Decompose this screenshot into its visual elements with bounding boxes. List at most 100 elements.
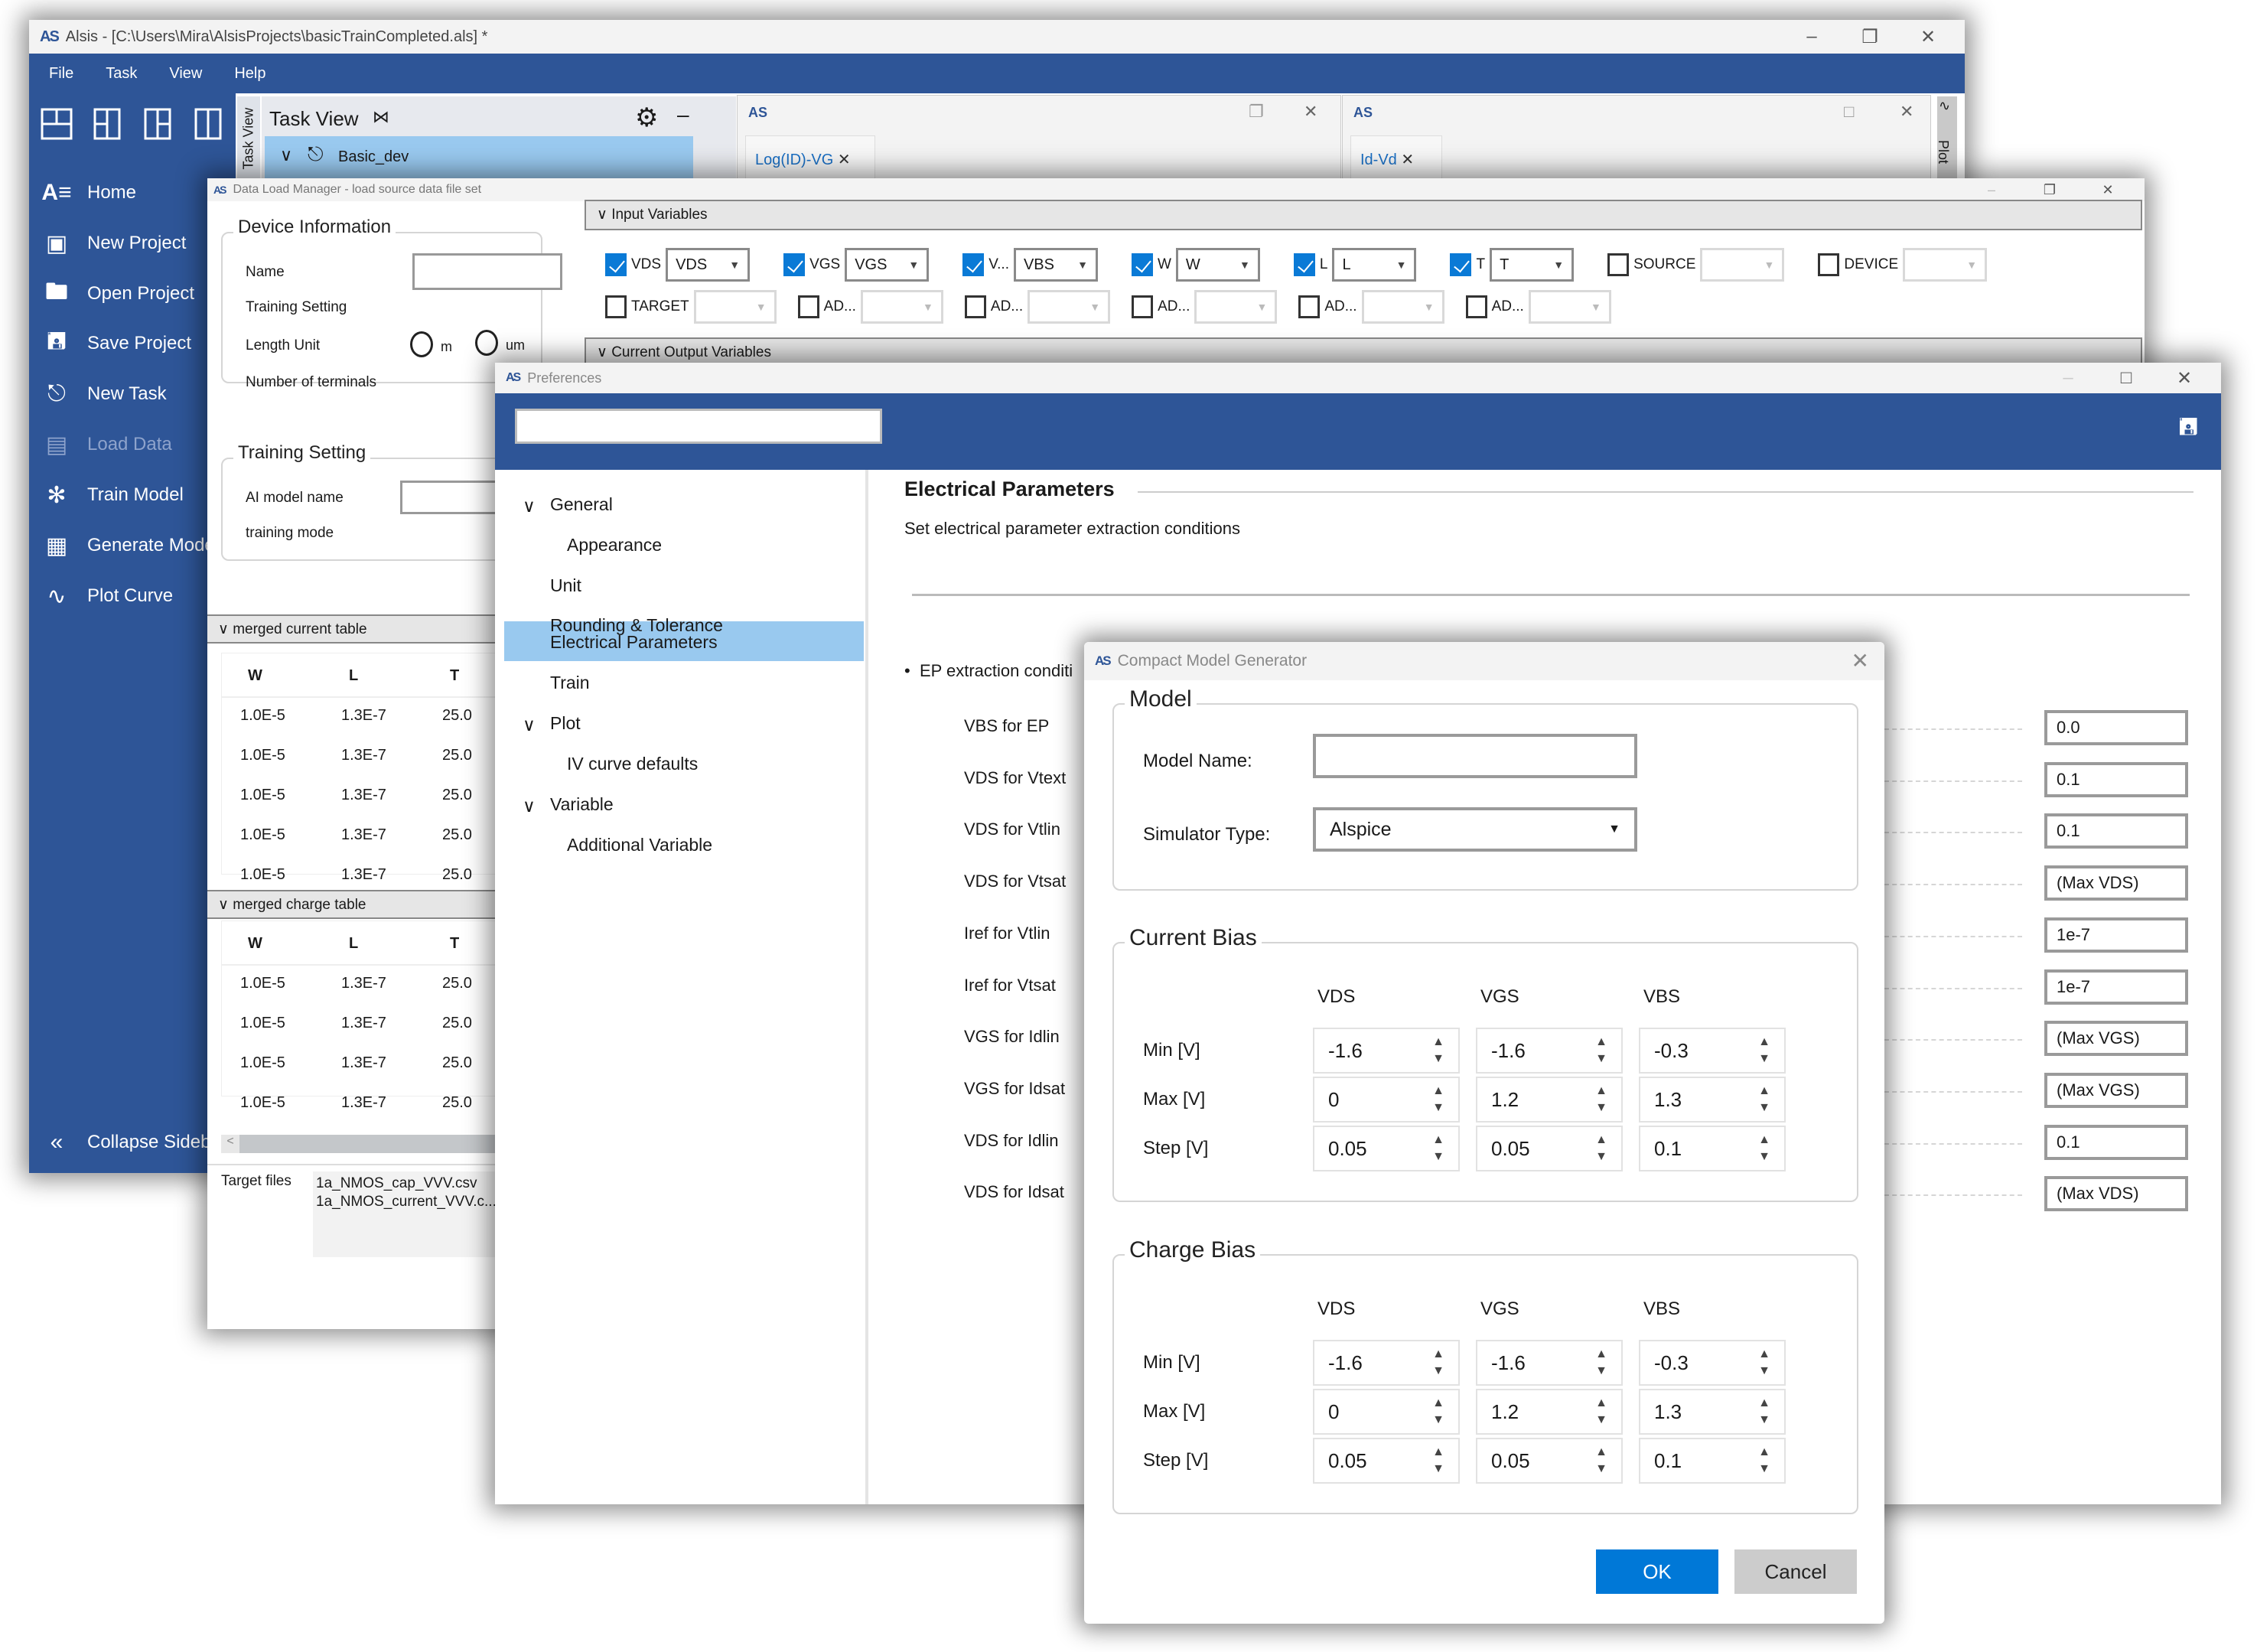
ep-field-input[interactable]: 1e-7 [2044, 969, 2188, 1005]
spin-down-icon[interactable]: ▼ [1595, 1363, 1607, 1380]
ep-field-input[interactable]: (Max VGS) [2044, 1073, 2188, 1108]
checkbox[interactable] [1818, 253, 1840, 276]
variable-dropdown[interactable]: T ▼ [1490, 248, 1575, 282]
spin-down-icon[interactable]: ▼ [1758, 1412, 1770, 1429]
bias-spinbox[interactable]: -1.6 ▲ ▼ [1313, 1340, 1460, 1386]
tree-item-iv-curve-defaults[interactable]: IV curve defaults [567, 754, 698, 774]
variable-dropdown[interactable]: ▼ [693, 290, 777, 324]
close-icon[interactable]: ✕ [1900, 102, 1913, 122]
spin-down-icon[interactable]: ▼ [1595, 1051, 1607, 1067]
tree-item-train[interactable]: Train [550, 673, 590, 693]
ep-field-input[interactable]: 0.1 [2044, 813, 2188, 849]
checkbox[interactable] [1465, 295, 1487, 318]
spin-down-icon[interactable]: ▼ [1758, 1051, 1770, 1067]
variable-dropdown[interactable]: ▼ [1903, 248, 1988, 282]
spin-up-icon[interactable]: ▲ [1432, 1034, 1444, 1051]
layout-grid-2x2-icon[interactable] [40, 107, 73, 141]
tree-item-plot[interactable]: Plot [550, 713, 581, 734]
tree-chevron-plot-icon[interactable]: ∨ [523, 715, 536, 735]
checkbox[interactable] [964, 295, 986, 318]
table-row[interactable]: 1.0E-5 1.3E-7 25.0 [222, 1054, 496, 1094]
cancel-button[interactable]: Cancel [1734, 1549, 1857, 1594]
variable-dropdown[interactable]: VBS ▼ [1013, 248, 1098, 282]
sidebar-item-plot-curve[interactable]: ∿ Plot Curve [29, 577, 173, 615]
menu-help[interactable]: Help [234, 65, 265, 83]
variable-dropdown[interactable]: L ▼ [1332, 248, 1417, 282]
tree-chevron-variable-icon[interactable]: ∨ [523, 796, 536, 816]
column-header[interactable]: L [349, 667, 358, 685]
table-row[interactable]: 1.0E-5 1.3E-7 25.0 [222, 707, 496, 747]
column-header[interactable]: W [248, 935, 262, 953]
ep-field-input[interactable]: (Max VDS) [2044, 1176, 2188, 1211]
close-icon[interactable]: ✕ [1304, 102, 1317, 122]
ep-field-input[interactable]: 1e-7 [2044, 917, 2188, 953]
spin-down-icon[interactable]: ▼ [1758, 1149, 1770, 1165]
spin-down-icon[interactable]: ▼ [1432, 1363, 1444, 1380]
variable-dropdown[interactable]: ▼ [1361, 290, 1444, 324]
bias-spinbox[interactable]: 0 ▲ ▼ [1313, 1077, 1460, 1123]
maximize-icon[interactable]: □ [1844, 102, 1854, 122]
layout-split-right-icon[interactable] [141, 107, 174, 141]
restore-icon[interactable]: ❐ [2021, 182, 2079, 198]
tree-item-variable[interactable]: Variable [550, 794, 614, 815]
menu-task[interactable]: Task [106, 65, 137, 83]
bias-spinbox[interactable]: 0.1 ▲ ▼ [1639, 1438, 1786, 1484]
simulator-type-select[interactable]: Alspice ▼ [1313, 807, 1637, 852]
minimize-icon[interactable]: ❐ [1249, 102, 1264, 122]
close-icon[interactable]: ✕ [2155, 367, 2213, 389]
maximize-icon[interactable]: □ [2097, 367, 2155, 389]
spin-down-icon[interactable]: ▼ [1432, 1051, 1444, 1067]
bias-spinbox[interactable]: 1.3 ▲ ▼ [1639, 1389, 1786, 1435]
minimize-icon[interactable]: – [2039, 367, 2097, 389]
variable-dropdown[interactable]: ▼ [860, 290, 943, 324]
layout-split-left-icon[interactable] [90, 107, 124, 141]
merged-current-table-header[interactable]: ∨ merged current table [207, 614, 498, 644]
bias-spinbox[interactable]: 0.1 ▲ ▼ [1639, 1126, 1786, 1171]
restore-icon[interactable]: ❐ [1841, 26, 1899, 48]
variable-dropdown[interactable]: ▼ [1700, 248, 1785, 282]
spin-down-icon[interactable]: ▼ [1758, 1100, 1770, 1116]
tree-item-additional-variable[interactable]: Additional Variable [567, 835, 712, 855]
variable-dropdown[interactable]: ▼ [1194, 290, 1278, 324]
sidebar-item-open-project[interactable]: 🖿 Open Project [29, 275, 194, 313]
checkbox[interactable] [605, 253, 627, 276]
spin-up-icon[interactable]: ▲ [1758, 1132, 1770, 1149]
spin-down-icon[interactable]: ▼ [1758, 1461, 1770, 1478]
sidebar-item-train-model[interactable]: ✻ Train Model [29, 476, 183, 514]
checkbox[interactable] [783, 253, 806, 276]
expand-chevron-icon[interactable]: ∨ [280, 145, 292, 165]
target-files-list[interactable]: 1a_NMOS_cap_VVV.csv 1a_NMOS_current_VVV.… [313, 1171, 497, 1257]
collapse-sidebar-button[interactable]: «Collapse Sidebar [29, 1123, 227, 1162]
table-row[interactable]: 1.0E-5 1.3E-7 25.0 [222, 975, 496, 1015]
collapse-icon[interactable]: ⋈ [373, 107, 389, 127]
sidebar-item-save-project[interactable]: 🖪 Save Project [29, 324, 191, 363]
tree-item-electrical-parameters[interactable]: Electrical Parameters [550, 632, 718, 653]
spin-up-icon[interactable]: ▲ [1432, 1132, 1444, 1149]
preferences-search-input[interactable] [515, 409, 882, 444]
model-name-input[interactable] [1313, 734, 1637, 778]
spin-down-icon[interactable]: ▼ [1595, 1461, 1607, 1478]
ep-field-input[interactable]: 0.0 [2044, 710, 2188, 745]
bias-spinbox[interactable]: 1.2 ▲ ▼ [1476, 1077, 1623, 1123]
spin-up-icon[interactable]: ▲ [1758, 1444, 1770, 1461]
checkbox[interactable] [962, 253, 985, 276]
table-row[interactable]: 1.0E-5 1.3E-7 25.0 [222, 747, 496, 787]
ep-field-input[interactable]: (Max VDS) [2044, 865, 2188, 901]
bias-spinbox[interactable]: -1.6 ▲ ▼ [1313, 1028, 1460, 1074]
sidebar-item-new-task[interactable]: ⎋ New Task [29, 375, 166, 413]
save-icon[interactable]: 🖪 [2178, 410, 2198, 449]
column-header[interactable]: W [248, 667, 262, 685]
checkbox[interactable] [1131, 253, 1153, 276]
tree-item-unit[interactable]: Unit [550, 575, 581, 596]
variable-dropdown[interactable]: VGS ▼ [845, 248, 930, 282]
sidebar-item-new-project[interactable]: ▣ New Project [29, 224, 187, 262]
gear-icon[interactable]: ⚙ [635, 103, 658, 133]
layout-columns-icon[interactable] [191, 107, 225, 141]
spin-up-icon[interactable]: ▲ [1595, 1132, 1607, 1149]
target-file-item[interactable]: 1a_NMOS_cap_VVV.csv [316, 1175, 493, 1193]
checkbox[interactable] [1607, 253, 1630, 276]
scroll-left-icon[interactable]: < [221, 1135, 239, 1153]
spin-down-icon[interactable]: ▼ [1595, 1412, 1607, 1429]
spin-up-icon[interactable]: ▲ [1595, 1444, 1607, 1461]
spin-up-icon[interactable]: ▲ [1758, 1346, 1770, 1363]
